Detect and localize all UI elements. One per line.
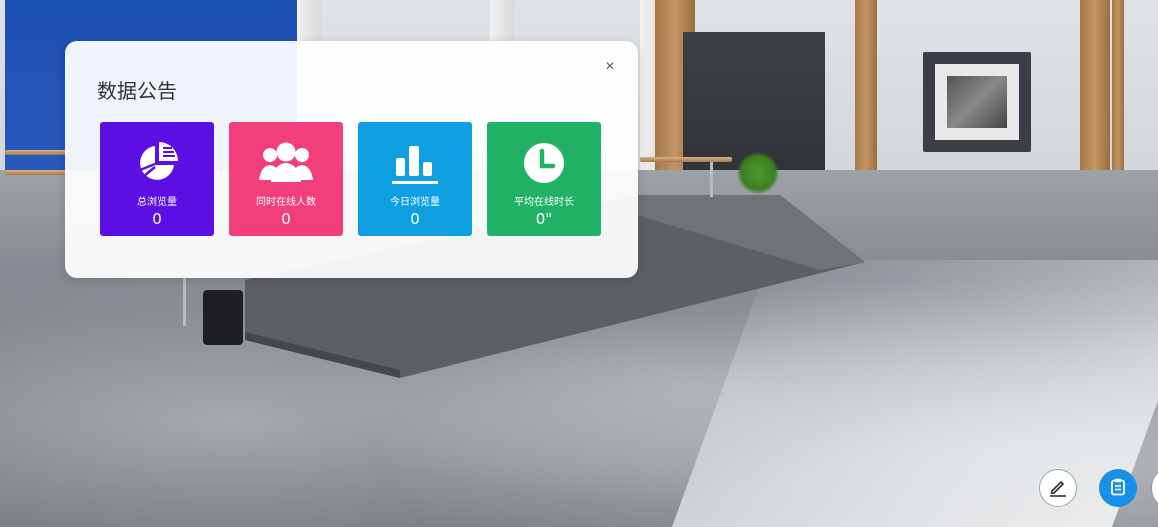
plant-pot [203,290,243,345]
stat-card-total-views: 总浏览量 0 [100,122,214,236]
stat-card-today-views: 今日浏览量 0 [358,122,472,236]
pen-icon [1047,476,1069,501]
handrail [5,170,70,175]
handrail [5,150,70,155]
notice-button[interactable] [1099,469,1137,507]
plant [736,152,780,194]
rail-post [710,162,713,197]
users-icon [257,140,315,186]
stat-value: 0" [535,210,553,228]
rail-post [183,278,186,326]
stat-label: 今日浏览量 [390,197,440,208]
stats-cards: 总浏览量 0 同时在线人数 0 今日浏览量 0 平均在线时长 0" [100,122,601,236]
stat-card-avg-duration: 平均在线时长 0" [487,122,601,236]
stat-value: 0 [410,210,420,228]
stat-value: 0 [152,210,162,228]
edit-button[interactable] [1039,469,1077,507]
clock-icon [521,140,567,186]
stat-value: 0 [281,210,291,228]
stat-label: 平均在线时长 [514,197,574,208]
stat-label: 总浏览量 [137,197,177,208]
clipboard-icon [1108,477,1128,500]
stat-label: 同时在线人数 [256,197,316,208]
stat-card-online-users: 同时在线人数 0 [229,122,343,236]
panel-title: 数据公告 [97,79,177,103]
bar-chart-icon [390,140,440,186]
handrail [640,157,732,162]
data-notice-panel: 数据公告 × 总浏览量 0 同时在线人数 0 今日浏览量 0 平均在线时长 0" [65,41,638,278]
close-button[interactable]: × [600,57,620,77]
pie-chart-icon [134,140,180,186]
